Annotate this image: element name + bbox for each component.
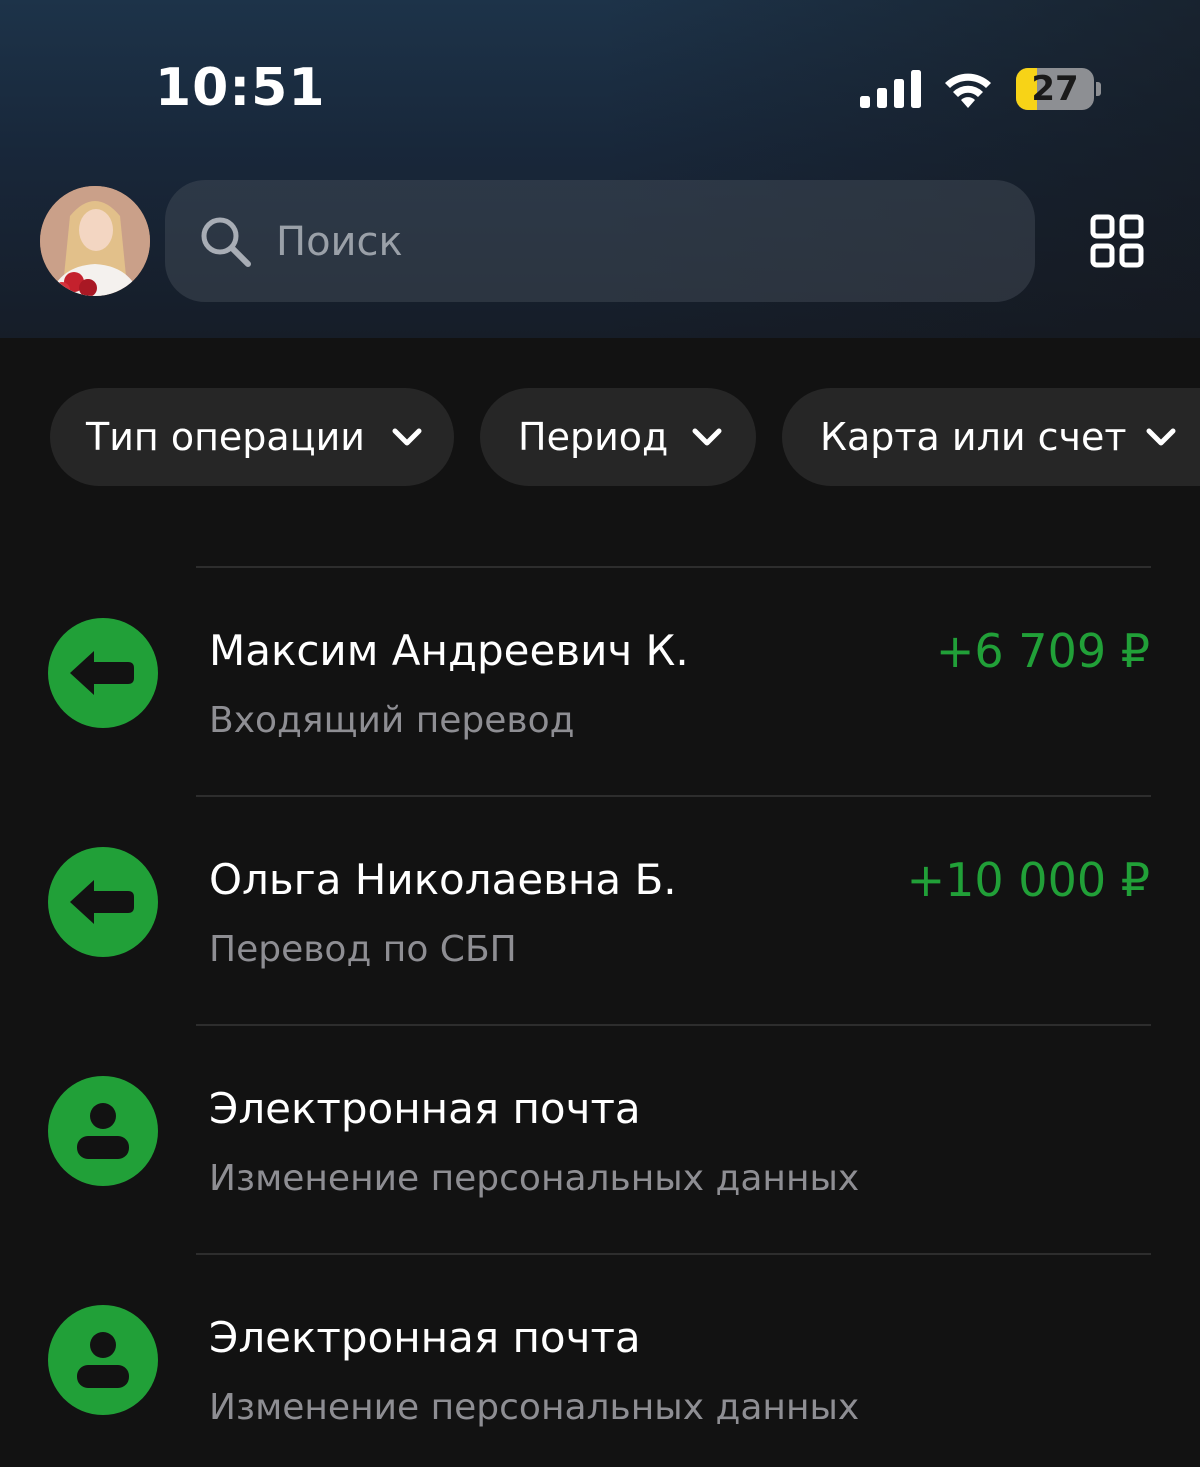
chevron-down-icon [1146,428,1176,446]
list-divider [196,566,1151,568]
cellular-signal-icon [860,70,921,108]
search-icon [201,217,251,267]
operation-subtitle: Изменение персональных данных [209,1387,860,1428]
operation-amount: +6 709 ₽ [935,624,1150,678]
operation-subtitle: Изменение персональных данных [209,1158,860,1199]
status-time: 10:51 [155,58,326,118]
operation-title[interactable]: Ольга Николаевна Б. [209,855,677,904]
operation-title[interactable]: Электронная почта [209,1084,641,1133]
chevron-down-icon [392,428,422,446]
filter-label: Карта или счет [820,415,1127,459]
grid-icon[interactable] [1090,214,1144,268]
filter-label: Тип операции [86,415,365,459]
user-avatar[interactable] [40,186,150,296]
battery-indicator: 27 [1016,68,1094,110]
incoming-arrow-icon [48,847,158,957]
operation-title[interactable]: Максим Андреевич К. [209,626,689,675]
wifi-icon [945,73,991,108]
filter-period[interactable]: Период [480,388,756,486]
person-icon [48,1305,158,1415]
incoming-arrow-icon [48,618,158,728]
operation-title[interactable]: Электронная почта [209,1313,641,1362]
list-divider [196,795,1151,797]
avatar-image [40,186,150,296]
battery-nub [1096,82,1101,96]
filter-operation-type[interactable]: Тип операции [50,388,454,486]
filter-label: Период [518,415,669,459]
list-divider [196,1253,1151,1255]
search-input[interactable] [276,210,976,274]
battery-level: 27 [1031,69,1079,109]
operation-subtitle: Входящий перевод [209,700,575,741]
filter-card-or-account[interactable]: Карта или счет [782,388,1200,486]
person-icon [48,1076,158,1186]
operation-amount: +10 000 ₽ [906,853,1150,907]
chevron-down-icon [692,428,722,446]
list-divider [196,1024,1151,1026]
operation-subtitle: Перевод по СБП [209,929,517,970]
